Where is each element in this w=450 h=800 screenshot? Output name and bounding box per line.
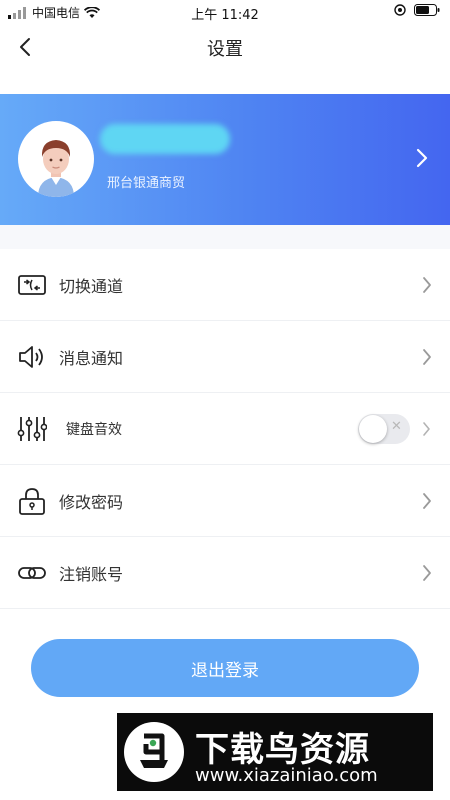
link-icon (17, 559, 47, 587)
watermark-url: www.xiazainiao.com (195, 765, 378, 786)
bird-logo-icon (124, 722, 184, 782)
menu-item-switch-channel[interactable]: 切换通道 (0, 249, 450, 321)
keyboard-sound-toggle[interactable]: ✕ (358, 414, 410, 444)
chevron-right-icon (422, 492, 432, 514)
profile-chevron-right-icon (416, 148, 428, 172)
menu-item-keyboard-sound[interactable]: 键盘音效 ✕ (0, 393, 450, 465)
toggle-off-icon: ✕ (391, 419, 402, 434)
speaker-icon (17, 343, 47, 371)
lock-icon (17, 487, 47, 515)
profile-card[interactable]: 邢台银通商贸 (0, 94, 450, 225)
chevron-right-icon (422, 420, 432, 442)
watermark-banner: 下载鸟资源 www.xiazainiao.com (117, 713, 433, 791)
menu-item-label: 消息通知 (59, 349, 124, 368)
chevron-right-icon (422, 564, 432, 586)
menu-item-delete-account[interactable]: 注销账号 (0, 537, 450, 609)
menu-item-label: 修改密码 (59, 493, 124, 512)
chevron-right-icon (422, 348, 432, 370)
settings-menu: 切换通道 消息通知 键盘音效 ✕ 修改密码 注销账号 (0, 249, 450, 609)
menu-item-change-password[interactable]: 修改密码 (0, 465, 450, 537)
nav-bar: 设置 (0, 24, 450, 70)
sliders-icon (17, 415, 48, 443)
channel-switch-icon (17, 271, 47, 299)
menu-item-label: 键盘音效 (66, 422, 122, 438)
menu-item-label: 注销账号 (59, 565, 124, 584)
page-title: 设置 (207, 39, 243, 60)
status-right-group (394, 4, 440, 16)
watermark-title: 下载鸟资源 (195, 730, 370, 770)
menu-item-notifications[interactable]: 消息通知 (0, 321, 450, 393)
avatar (18, 121, 94, 197)
battery-icon (414, 4, 440, 16)
chevron-right-icon (422, 276, 432, 298)
user-avatar-icon (38, 140, 74, 197)
status-bar: 中国电信 上午 11:42 (0, 0, 450, 24)
toggle-knob (359, 415, 387, 443)
username-redacted (100, 124, 230, 154)
status-time: 上午 11:42 (191, 8, 259, 23)
section-divider (0, 225, 450, 249)
logout-button[interactable]: 退出登录 (31, 639, 419, 697)
orientation-lock-icon (394, 4, 406, 16)
company-name: 邢台银通商贸 (107, 176, 186, 191)
menu-item-label: 切换通道 (59, 277, 124, 296)
